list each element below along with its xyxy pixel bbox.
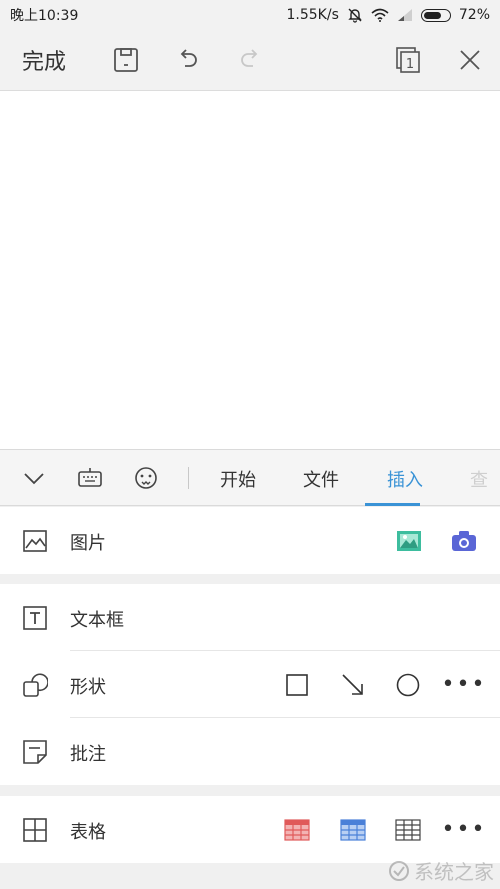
comment-icon bbox=[22, 739, 48, 765]
insert-panel: 开始 文件 插入 查 图片 文本框 形状 ••• 批注 表格 ••• bbox=[0, 449, 500, 889]
panel-tab-bar: 开始 文件 插入 查 bbox=[0, 449, 500, 506]
site-watermark: 系统之家 bbox=[388, 856, 494, 885]
red-table-icon[interactable] bbox=[283, 816, 311, 844]
undo-icon[interactable] bbox=[172, 44, 204, 76]
editor-toolbar: 完成 1 bbox=[0, 30, 500, 91]
shape-label: 形状 bbox=[70, 677, 106, 698]
signal-icon bbox=[397, 8, 413, 22]
blue-table-icon[interactable] bbox=[339, 816, 367, 844]
page-counter-value: 1 bbox=[406, 57, 414, 72]
more-tables-icon[interactable]: ••• bbox=[442, 816, 485, 844]
battery-percent: 72% bbox=[458, 7, 490, 23]
status-time: 晚上10:39 bbox=[10, 8, 79, 24]
battery-icon bbox=[420, 8, 451, 22]
table-label: 表格 bbox=[70, 822, 106, 843]
save-icon[interactable] bbox=[110, 44, 142, 76]
tab-insert[interactable]: 插入 bbox=[387, 466, 423, 492]
table-row[interactable]: 表格 ••• bbox=[0, 796, 500, 863]
mute-bell-icon bbox=[347, 7, 363, 23]
keyboard-icon[interactable] bbox=[76, 464, 104, 492]
collapse-chevron-icon[interactable] bbox=[20, 464, 48, 492]
network-speed: 1.55K/s bbox=[286, 7, 339, 23]
tab-start[interactable]: 开始 bbox=[220, 466, 256, 492]
page-counter-icon[interactable]: 1 bbox=[392, 44, 424, 76]
close-icon[interactable] bbox=[454, 44, 486, 76]
watermark-logo-icon bbox=[389, 860, 409, 881]
more-shapes-icon[interactable]: ••• bbox=[442, 671, 485, 699]
shape-icon bbox=[22, 672, 49, 698]
circle-shape-icon[interactable] bbox=[394, 671, 422, 699]
plain-table-icon[interactable] bbox=[394, 816, 422, 844]
table-icon bbox=[22, 817, 48, 843]
active-tab-indicator bbox=[365, 503, 420, 506]
comment-row[interactable]: 批注 bbox=[0, 718, 500, 785]
status-bar: 晚上10:39 1.55K/s 72% bbox=[0, 0, 500, 30]
wifi-icon bbox=[371, 8, 389, 22]
document-canvas[interactable] bbox=[0, 91, 500, 449]
picture-icon bbox=[22, 528, 48, 554]
objects-group: 文本框 形状 ••• 批注 bbox=[0, 584, 500, 785]
tab-review[interactable]: 查 bbox=[470, 466, 488, 492]
battery-fill bbox=[423, 11, 441, 19]
table-group: 表格 ••• bbox=[0, 796, 500, 863]
comment-label: 批注 bbox=[70, 744, 106, 765]
arrow-shape-icon[interactable] bbox=[339, 671, 367, 699]
done-button[interactable]: 完成 bbox=[22, 44, 92, 76]
camera-icon[interactable] bbox=[450, 527, 478, 555]
emoji-icon[interactable] bbox=[132, 464, 160, 492]
picture-label: 图片 bbox=[70, 533, 106, 554]
textbox-label: 文本框 bbox=[70, 610, 124, 631]
picture-row[interactable]: 图片 bbox=[0, 507, 500, 574]
picture-group: 图片 bbox=[0, 507, 500, 574]
tab-divider bbox=[188, 467, 189, 489]
watermark-text: 系统之家 bbox=[414, 860, 494, 884]
gallery-picture-icon[interactable] bbox=[395, 527, 423, 555]
textbox-icon bbox=[22, 605, 48, 631]
shape-row[interactable]: 形状 ••• bbox=[0, 651, 500, 718]
rectangle-shape-icon[interactable] bbox=[283, 671, 311, 699]
textbox-row[interactable]: 文本框 bbox=[0, 584, 500, 651]
tab-file[interactable]: 文件 bbox=[303, 466, 339, 492]
redo-icon[interactable] bbox=[234, 44, 266, 76]
